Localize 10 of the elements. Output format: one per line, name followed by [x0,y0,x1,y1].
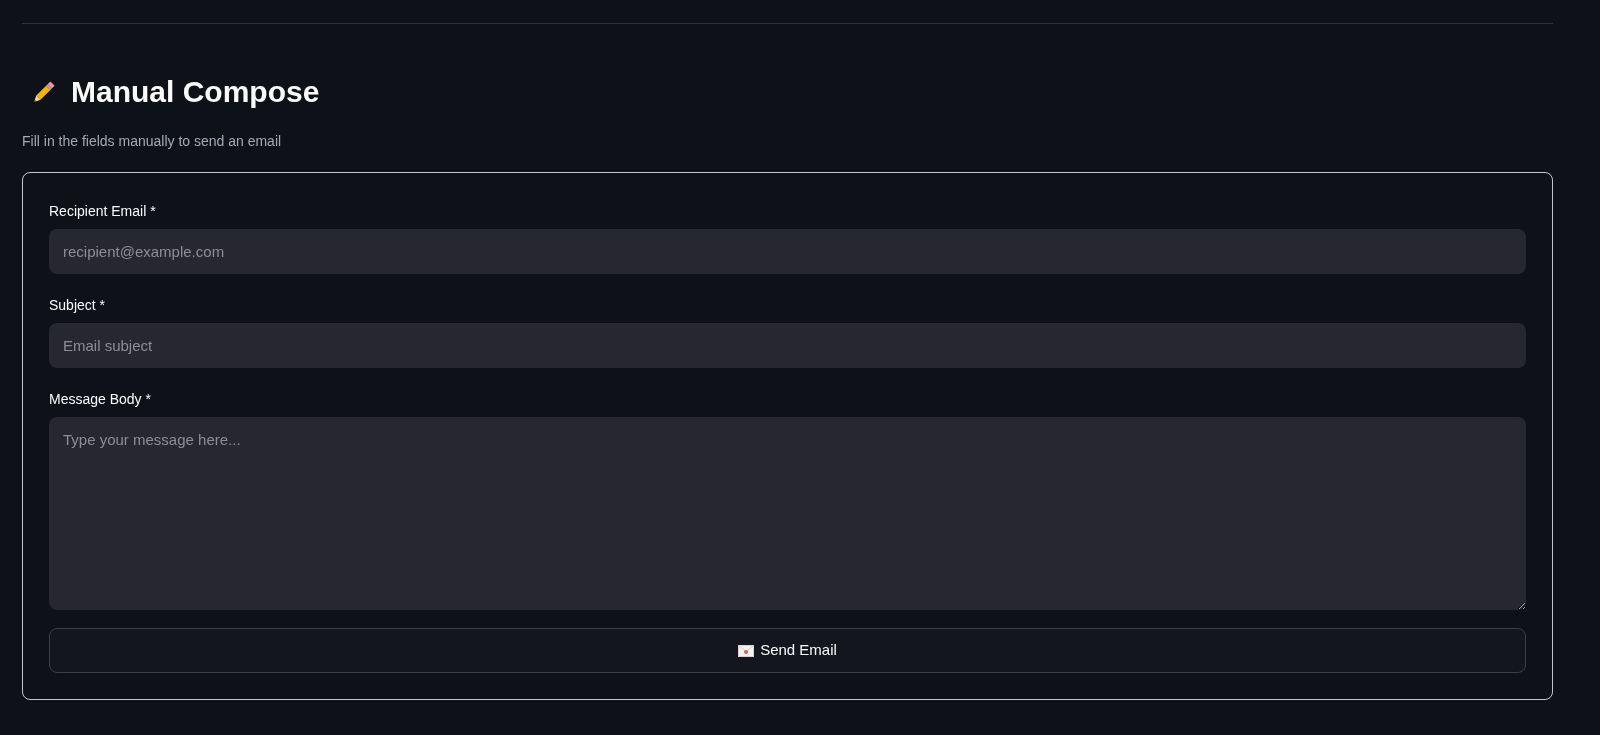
text-input-field[interactable]: Email subject [49,323,1526,368]
field-label: Message Body * [49,390,152,409]
field-label: Subject * [49,296,107,315]
envelope-icon [738,644,755,657]
section-subtitle: Fill in the fields manually to send an email [22,132,283,151]
field-label: Recipient Email * [49,202,157,221]
text-input-field[interactable]: recipient@example.com [49,229,1526,274]
section-title: Manual Compose [71,74,320,110]
message-textarea[interactable]: Type your message here... [49,417,1526,610]
send-email-button[interactable]: Send Email [49,628,1526,673]
